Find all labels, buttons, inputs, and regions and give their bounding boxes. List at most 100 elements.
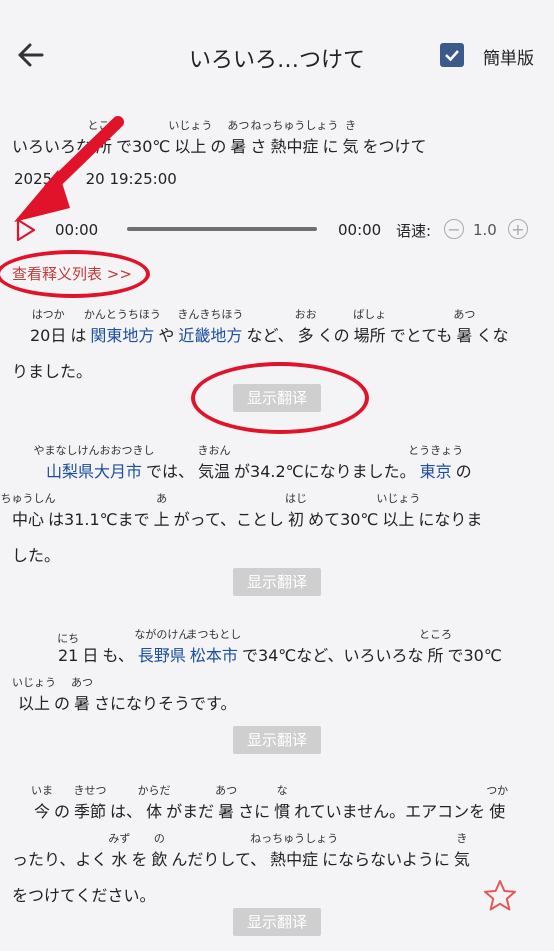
word-text: くな — [476, 326, 509, 345]
ruby-word: ったり、よく — [12, 830, 107, 870]
furigana: の — [153, 832, 165, 845]
furigana: あつ — [71, 676, 94, 689]
current-time: 00:00 — [55, 221, 99, 239]
word-text: の — [210, 137, 227, 156]
word-text: がまだ — [166, 802, 215, 821]
ruby-word: でとても — [390, 306, 453, 346]
paragraph-1-line-1: はつか 20日はかんとうちほう 関東地方やきんきちほう 近畿地方 など、 おお多くの ばしょ… — [30, 306, 512, 346]
ruby-word: の — [210, 117, 226, 157]
speed-value: 1.0 — [473, 221, 497, 239]
ruby-word: めて30℃ — [308, 490, 378, 530]
furigana: みず — [108, 832, 131, 845]
ruby-word: や — [158, 306, 174, 346]
ruby-word: 日 — [82, 626, 98, 666]
furigana: やまなしけんおおつきし — [33, 444, 155, 457]
word-text: では、 — [146, 462, 195, 481]
show-translation-button-4[interactable]: 显示翻译 — [233, 908, 321, 936]
paragraph-3-line-2: いじょう 以上のあつ暑さになりそうです。 — [12, 674, 240, 714]
furigana: つか — [486, 784, 509, 797]
word-text: した。 — [12, 546, 61, 565]
ruby-word: はつか 20日 — [30, 306, 66, 346]
ruby-word: さになりそうです。 — [94, 674, 236, 714]
simple-version-checkbox[interactable] — [440, 43, 464, 67]
show-translation-button-2[interactable]: 显示翻译 — [233, 568, 321, 596]
furigana: いじょう — [168, 119, 213, 132]
show-translation-button-3[interactable]: 显示翻译 — [233, 726, 321, 754]
favorite-star-icon[interactable] — [482, 878, 518, 914]
audio-progress-slider[interactable] — [127, 227, 317, 231]
word-text: くの — [317, 326, 350, 345]
ruby-word: の — [54, 782, 70, 822]
word-text: 暑 — [456, 326, 473, 345]
word-text: 山梨県大月市 — [46, 462, 143, 481]
ruby-word: がって、ことし — [174, 490, 284, 530]
word-text: 以上 — [382, 510, 415, 529]
word-text: 近畿地方 — [178, 326, 243, 345]
ruby-word: いま今 — [31, 782, 53, 822]
word-text: 暑 — [218, 802, 235, 821]
word-text: をつけて — [362, 137, 427, 156]
ruby-word: の — [456, 442, 472, 482]
word-text: さ — [250, 137, 267, 156]
simple-version-label[interactable]: 簡単版 — [483, 44, 534, 69]
furigana: ながのけん — [134, 628, 190, 641]
ruby-word[interactable]: やまなしけんおおつきし山梨県大月市 — [34, 442, 155, 482]
ruby-word[interactable]: まつもとし 松本市 — [187, 626, 242, 666]
speed-increase-icon[interactable]: + — [508, 219, 528, 239]
ruby-word: ところ所 — [88, 117, 121, 157]
word-text: 使 — [489, 802, 506, 821]
ruby-word: おお多 — [295, 306, 317, 346]
ruby-word: はじ初 — [285, 490, 308, 530]
word-text: 所 — [96, 137, 113, 156]
paragraph-4-line-2: ったり、よく みず水をの飲んだりして、 ねっちゅうしょう 熱中症 にならないようにき気 — [12, 830, 474, 870]
ruby-word: で30℃ — [116, 117, 170, 157]
word-text: 場所 — [353, 326, 386, 345]
ruby-word[interactable]: かんとうちほう 関東地方 — [84, 306, 161, 346]
highlight-ellipse-translate — [191, 362, 369, 434]
word-text: 今 — [34, 802, 51, 821]
furigana: あつ — [215, 784, 238, 797]
paragraph-1-line-2: りました。 — [12, 342, 96, 382]
word-text: めて30℃ — [308, 510, 379, 529]
word-text: 松本市 — [189, 646, 238, 665]
furigana: かんとうちほう — [83, 308, 161, 321]
word-text: の — [54, 694, 71, 713]
word-text: 暑 — [74, 694, 91, 713]
furigana: な — [276, 784, 288, 797]
word-text: の — [54, 802, 71, 821]
paragraph-2-line-3: した。 — [12, 526, 64, 566]
word-text: で30℃ — [447, 646, 502, 665]
ruby-word: は31.1℃まで — [48, 490, 150, 530]
ruby-word: ところ所 — [419, 626, 452, 666]
word-text: れていません。エアコンを — [294, 802, 486, 821]
ruby-word: ねっちゅうしょう 熱中症 — [250, 830, 338, 870]
furigana: はじ — [285, 492, 308, 505]
ruby-word: りました。 — [12, 342, 92, 382]
ruby-word: にならないように — [322, 830, 450, 870]
ruby-word: ばしょ 場所 — [353, 306, 387, 346]
ruby-word[interactable]: とうきょう 東京 — [408, 442, 463, 482]
ruby-word: いじょう 以上 — [168, 117, 212, 157]
paragraph-2-line-1: やまなしけんおおつきし 山梨県大月市 では、 きおん 気温 が34.2℃になりました。 とう… — [34, 442, 476, 482]
check-icon — [445, 50, 459, 62]
speed-decrease-icon[interactable]: − — [444, 219, 464, 239]
word-text: さになりそうです。 — [94, 694, 237, 713]
ruby-word: な慣 — [274, 782, 290, 822]
furigana: あつ — [227, 119, 250, 132]
ruby-word: で34℃など、いろいろな — [242, 626, 424, 666]
ruby-word: つか使 — [486, 782, 509, 822]
furigana: あ — [156, 492, 168, 505]
ruby-word: など、 — [246, 306, 293, 346]
word-text: 気 — [342, 137, 359, 156]
play-icon[interactable] — [12, 217, 38, 243]
furigana: はつか — [31, 308, 65, 321]
ruby-word[interactable]: きんきちほう 近畿地方 — [177, 306, 243, 346]
ruby-word: あつ暑 — [453, 306, 475, 346]
word-text: 長野県 — [137, 646, 186, 665]
word-text: も、 — [102, 646, 134, 665]
word-text: は、 — [110, 802, 143, 821]
ruby-word: をつけてください。 — [12, 866, 156, 906]
furigana: ばしょ — [353, 308, 387, 321]
ruby-word[interactable]: ながのけん 長野県 — [134, 626, 189, 666]
ruby-word: では、 — [146, 442, 194, 482]
